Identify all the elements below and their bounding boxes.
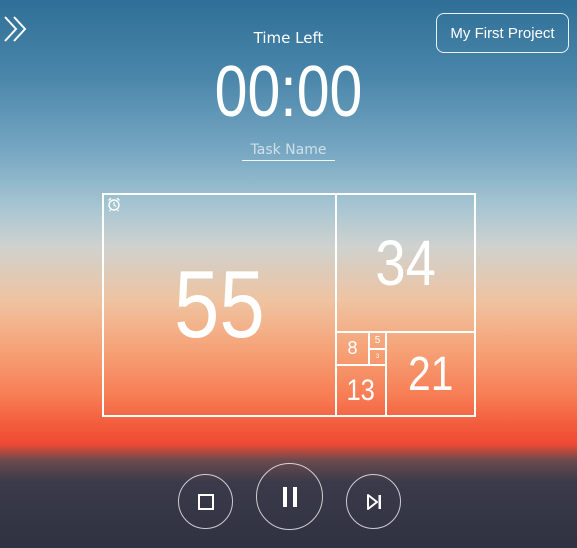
alarm-clock-icon[interactable] <box>106 196 122 212</box>
pause-button[interactable] <box>256 463 323 530</box>
fib-cell-21-label: 21 <box>407 347 454 401</box>
task-name-input[interactable] <box>242 139 335 161</box>
fib-cell-55-label: 55 <box>174 251 265 358</box>
fib-cell-5-label: 5 <box>374 335 381 346</box>
fib-cell-3-label: 3 <box>375 354 380 360</box>
fib-cell-8-label: 8 <box>347 338 358 358</box>
fib-cell-55[interactable]: 55 <box>102 193 337 417</box>
fib-cell-34-label: 34 <box>375 227 436 299</box>
pause-icon <box>282 486 297 507</box>
stop-button[interactable] <box>178 474 233 529</box>
fib-cell-8[interactable]: 8 <box>335 331 370 366</box>
time-left-label: Time Left <box>253 29 324 47</box>
stop-icon <box>197 493 214 510</box>
fib-cell-13-label: 13 <box>346 373 376 407</box>
fib-cell-21[interactable]: 21 <box>385 331 476 417</box>
time-left-value: 00:00 <box>214 52 363 132</box>
fib-cell-34[interactable]: 34 <box>335 193 476 333</box>
skip-button[interactable] <box>346 474 401 529</box>
skip-next-icon <box>366 493 381 510</box>
fib-cell-3[interactable]: 3 <box>368 348 387 366</box>
fib-cell-13[interactable]: 13 <box>335 364 387 417</box>
